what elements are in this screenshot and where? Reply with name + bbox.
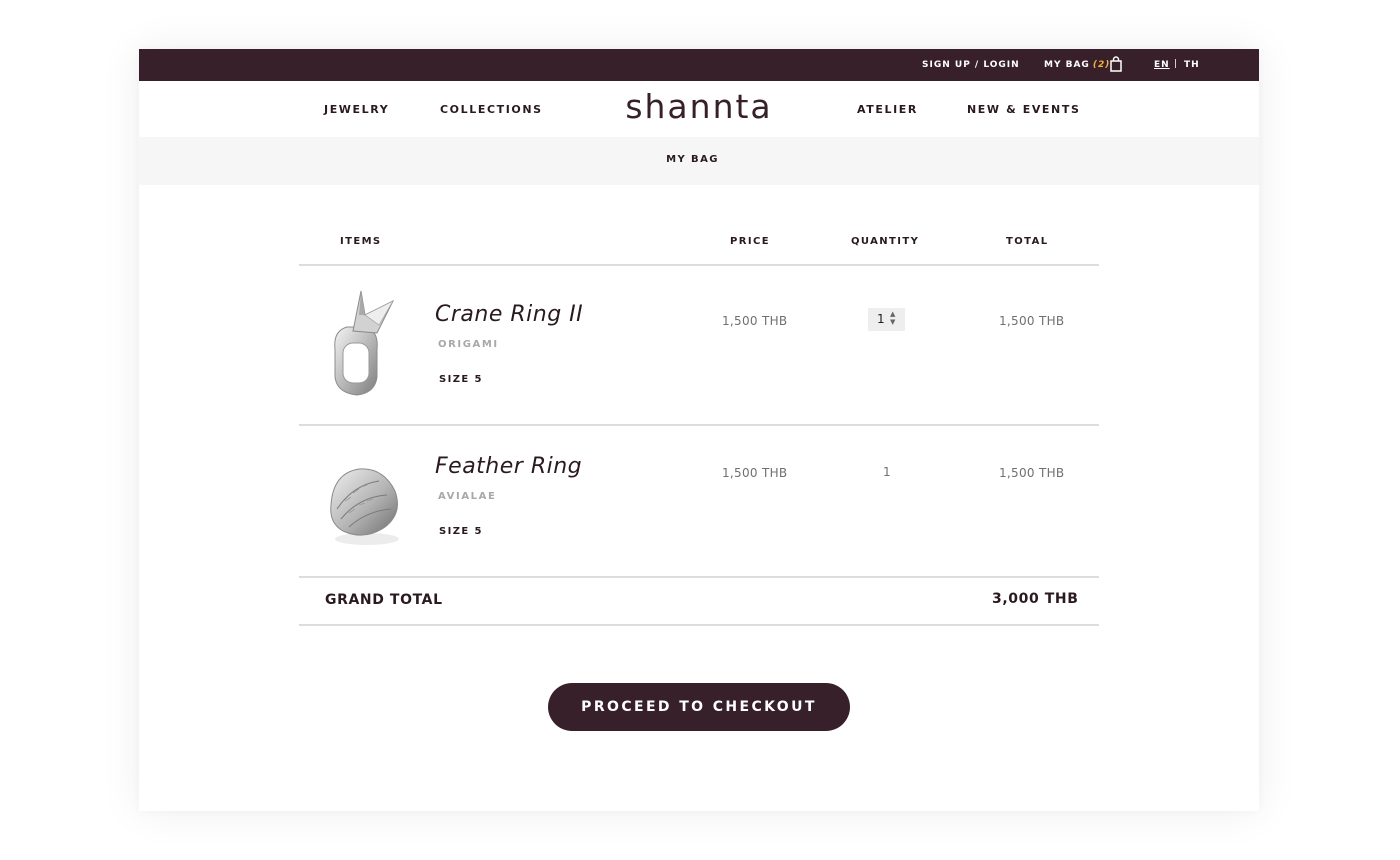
nav-item-jewelry[interactable]: JEWELRY [324, 103, 389, 116]
product-price: 1,500 THB [722, 466, 788, 480]
language-en-link[interactable]: EN [1154, 60, 1170, 70]
quantity-value: 1 [877, 312, 885, 326]
nav-item-atelier[interactable]: ATELIER [857, 103, 918, 116]
crane-ring-image[interactable] [325, 287, 399, 397]
product-collection: AVIALAE [438, 491, 497, 502]
quantity-stepper-icon[interactable]: ▲ ▼ [890, 310, 895, 326]
my-bag-label: MY BAG [1044, 60, 1090, 70]
product-line-total: 1,500 THB [999, 314, 1065, 328]
grand-total-divider [299, 624, 1099, 626]
quantity-stepper[interactable]: 1 ▲ ▼ [868, 308, 905, 331]
product-name[interactable]: Feather Ring [435, 454, 582, 479]
table-header-divider [299, 264, 1099, 266]
page-title-band: MY BAG [139, 137, 1259, 185]
grand-total-value: 3,000 THB [992, 591, 1079, 607]
grand-total-label: GRAND TOTAL [325, 592, 443, 608]
column-header-total: TOTAL [1006, 236, 1049, 247]
product-line-total: 1,500 THB [999, 466, 1065, 480]
main-navigation: JEWELRY COLLECTIONS shannta ATELIER NEW … [139, 81, 1259, 137]
page-frame: SIGN UP / LOGIN MY BAG (2) EN | TH JEWELR… [139, 49, 1259, 811]
column-header-price: PRICE [730, 236, 770, 247]
quantity-value: 1 [883, 465, 891, 479]
product-price: 1,500 THB [722, 314, 788, 328]
product-size: SIZE 5 [439, 526, 483, 537]
feather-ring-image[interactable] [325, 461, 405, 547]
page-title: MY BAG [666, 154, 719, 165]
product-size: SIZE 5 [439, 374, 483, 385]
proceed-to-checkout-button[interactable]: PROCEED TO CHECKOUT [548, 683, 850, 731]
product-collection: ORIGAMI [438, 339, 499, 350]
row-divider [299, 424, 1099, 426]
nav-item-new-events[interactable]: NEW & EVENTS [967, 103, 1080, 116]
language-separator: | [1174, 59, 1179, 69]
nav-item-collections[interactable]: COLLECTIONS [440, 103, 543, 116]
top-utility-bar: SIGN UP / LOGIN MY BAG (2) EN | TH [139, 49, 1259, 81]
product-name[interactable]: Crane Ring II [435, 302, 583, 327]
row-divider [299, 576, 1099, 578]
signup-login-link[interactable]: SIGN UP / LOGIN [922, 60, 1020, 70]
brand-logo[interactable]: shannta [619, 87, 779, 126]
bag-count-badge: (2) [1092, 60, 1111, 70]
column-header-items: ITEMS [340, 236, 382, 247]
my-bag-link[interactable]: MY BAG (2) [1044, 60, 1110, 70]
shopping-bag-icon[interactable] [1110, 56, 1122, 72]
language-th-link[interactable]: TH [1184, 60, 1200, 70]
column-header-quantity: QUANTITY [851, 236, 920, 247]
